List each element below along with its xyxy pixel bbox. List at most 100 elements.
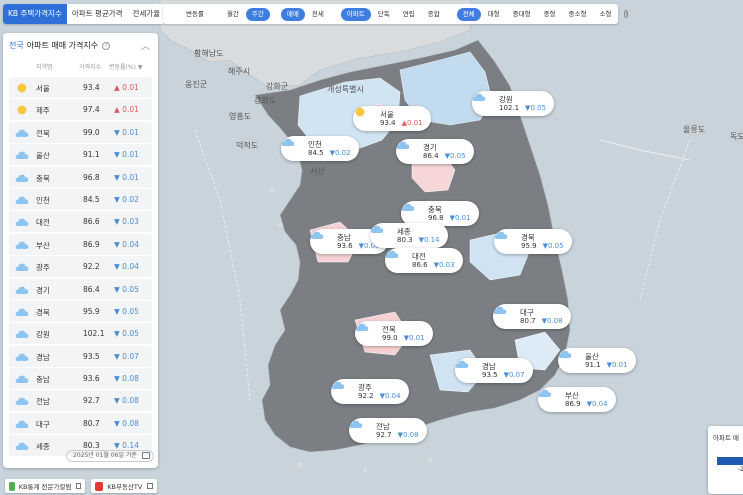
map-marker-daegu[interactable]: 대구 80.7 ▼0.08 bbox=[493, 304, 571, 329]
marker-text: 강원 102.1 ▼0.05 bbox=[499, 95, 546, 113]
chevron-up-icon[interactable]: ︿ bbox=[141, 39, 150, 52]
row-region-name: 부산 bbox=[36, 240, 50, 250]
change-rate-label[interactable]: 변동률 bbox=[180, 8, 210, 21]
row-change-number: 0.14 bbox=[122, 441, 139, 451]
map-marker-incheon[interactable]: 인천 84.5 ▼0.02 bbox=[281, 136, 359, 161]
filter-size-small[interactable]: 소형 bbox=[594, 8, 618, 21]
filter-jeonse[interactable]: 전세 bbox=[306, 8, 330, 21]
row-change-number: 0.05 bbox=[122, 284, 139, 294]
map-marker-jeonnam[interactable]: 전남 92.7 ▼0.08 bbox=[349, 418, 427, 443]
marker-text: 전남 92.7 ▼0.08 bbox=[376, 422, 419, 440]
filter-composite[interactable]: 종합 bbox=[422, 8, 446, 21]
row-index-value: 80.3 bbox=[83, 441, 100, 451]
region-row[interactable]: 인천 84.5 ▼ 0.02 bbox=[9, 188, 152, 210]
filter-size-large[interactable]: 대형 bbox=[482, 8, 506, 21]
map-marker-ulsan[interactable]: 울산 91.1 ▼0.01 bbox=[558, 348, 636, 373]
kb-column-link[interactable]: KB통계 전문가칼럼 bbox=[5, 479, 85, 493]
cloud-icon bbox=[493, 306, 515, 323]
region-row[interactable]: 제주 97.4 ▲ 0.01 bbox=[9, 99, 152, 121]
col-index[interactable]: 가격지수 bbox=[79, 62, 101, 71]
region-row[interactable]: 울산 91.1 ▼ 0.01 bbox=[9, 144, 152, 166]
row-index-value: 93.4 bbox=[83, 83, 100, 92]
filter-monthly[interactable]: 월간 bbox=[221, 8, 245, 21]
down-triangle-icon: ▼ bbox=[114, 374, 120, 384]
marker-change-number: 0.01 bbox=[406, 118, 423, 127]
help-icon[interactable]: ? bbox=[102, 41, 111, 50]
region-row[interactable]: 대전 86.6 ▼ 0.03 bbox=[9, 211, 152, 233]
filter-weekly[interactable]: 주간 bbox=[245, 7, 270, 21]
marker-text: 광주 92.2 ▼0.04 bbox=[358, 383, 401, 401]
down-triangle-icon: ▼ bbox=[114, 172, 120, 182]
map-marker-gyeongbuk[interactable]: 경북 95.9 ▼0.05 bbox=[494, 229, 572, 254]
marker-change-number: 0.03 bbox=[438, 260, 455, 269]
filter-size-all[interactable]: 전체 bbox=[456, 7, 481, 21]
map-legend[interactable]: 아파트 매 -2 bbox=[708, 426, 743, 494]
tab-apt-avg-price[interactable]: 아파트 평균가격 bbox=[67, 4, 128, 24]
marker-index-value: 86.6 bbox=[412, 260, 428, 269]
marker-index-value: 86.4 bbox=[423, 151, 439, 160]
marker-change-number: 0.02 bbox=[334, 148, 351, 157]
map-marker-seoul[interactable]: 서울 93.4 ▲0.01 bbox=[353, 106, 431, 131]
marker-text: 울산 91.1 ▼0.01 bbox=[585, 352, 628, 370]
filter-sale[interactable]: 매매 bbox=[280, 7, 305, 21]
marker-region-name: 경기 bbox=[423, 142, 437, 152]
calendar-icon[interactable] bbox=[141, 452, 150, 459]
marker-change: ▼0.04 bbox=[380, 392, 401, 400]
marker-region-name: 강원 bbox=[499, 94, 513, 104]
marker-text: 경남 93.5 ▼0.07 bbox=[482, 362, 525, 380]
panel-region[interactable]: 전국 bbox=[9, 40, 24, 51]
info-icon[interactable]: i bbox=[624, 10, 629, 18]
date-selector[interactable]: 2025년 01월 06일 기준 bbox=[66, 450, 154, 462]
map-marker-jeonbuk[interactable]: 전북 99.0 ▼0.01 bbox=[355, 321, 433, 346]
marker-values: 95.9 ▼0.05 bbox=[521, 242, 564, 251]
marker-values: 86.9 ▼0.04 bbox=[565, 400, 608, 409]
kb-tv-link[interactable]: KB부동산TV bbox=[91, 479, 157, 493]
marker-change-number: 0.05 bbox=[530, 103, 547, 112]
cloud-icon bbox=[15, 194, 29, 205]
map-marker-gyeongnam[interactable]: 경남 93.5 ▼0.07 bbox=[455, 358, 533, 383]
marker-change-number: 0.04 bbox=[591, 399, 608, 408]
row-change-number: 0.01 bbox=[122, 150, 139, 160]
region-row[interactable]: 경기 86.4 ▼ 0.05 bbox=[9, 278, 152, 300]
region-row[interactable]: 전북 99.0 ▼ 0.01 bbox=[9, 121, 152, 143]
region-row[interactable]: 경북 95.9 ▼ 0.05 bbox=[9, 300, 152, 322]
tab-kb-price-index[interactable]: KB 주택가격지수 bbox=[3, 4, 67, 24]
filter-size-mid[interactable]: 중형 bbox=[538, 8, 562, 21]
map-marker-daejeon[interactable]: 대전 86.6 ▼0.03 bbox=[385, 248, 463, 273]
row-index-value: 92.7 bbox=[83, 396, 100, 406]
region-row[interactable]: 부산 86.9 ▼ 0.04 bbox=[9, 233, 152, 255]
marker-index-value: 80.7 bbox=[520, 316, 536, 325]
region-row[interactable]: 대구 80.7 ▼ 0.08 bbox=[9, 412, 152, 434]
tab-jeonse-ratio[interactable]: 전세가율 bbox=[128, 4, 166, 24]
map-marker-gyeonggi[interactable]: 경기 86.4 ▼0.05 bbox=[396, 139, 474, 164]
marker-values: 86.6 ▼0.03 bbox=[412, 261, 455, 270]
col-change[interactable]: 변동률(%) ▼ bbox=[109, 62, 142, 71]
map-marker-busan[interactable]: 부산 86.9 ▼0.04 bbox=[538, 387, 616, 412]
filter-rowhouse[interactable]: 연립 bbox=[397, 8, 421, 21]
region-row[interactable]: 강원 102.1 ▼ 0.05 bbox=[9, 323, 152, 345]
region-row[interactable]: 전남 92.7 ▼ 0.08 bbox=[9, 390, 152, 412]
filter-detached[interactable]: 단독 bbox=[372, 8, 396, 21]
kb-column-label: KB통계 전문가칼럼 bbox=[18, 483, 72, 491]
region-row[interactable]: 서울 93.4 ▲ 0.01 bbox=[9, 77, 152, 98]
row-index-value: 102.1 bbox=[83, 329, 105, 339]
filter-size-mid-large[interactable]: 중대형 bbox=[507, 8, 537, 21]
row-region-name: 강원 bbox=[36, 330, 50, 340]
panel-title-text: 아파트 매매 가격지수 bbox=[26, 41, 99, 50]
region-row[interactable]: 충남 93.6 ▼ 0.08 bbox=[9, 368, 152, 390]
filter-size-mid-small[interactable]: 중소형 bbox=[563, 8, 593, 21]
region-row[interactable]: 경남 93.5 ▼ 0.07 bbox=[9, 345, 152, 367]
row-region-name: 전북 bbox=[36, 128, 50, 138]
region-list-panel: 전국 아파트 매매 가격지수 ? ︿ 지역명 가격지수 변동률(%) ▼ 서울 9… bbox=[3, 33, 158, 468]
marker-change-number: 0.04 bbox=[384, 391, 401, 400]
map-marker-gangwon[interactable]: 강원 102.1 ▼0.05 bbox=[472, 91, 555, 116]
sun-icon bbox=[15, 104, 29, 115]
region-row[interactable]: 광주 92.2 ▼ 0.04 bbox=[9, 256, 152, 278]
filter-apartment[interactable]: 아파트 bbox=[340, 7, 371, 21]
row-index-value: 86.4 bbox=[83, 284, 100, 294]
down-triangle-icon: ▼ bbox=[114, 194, 120, 204]
marker-values: 93.5 ▼0.07 bbox=[482, 371, 525, 380]
region-row[interactable]: 충북 96.8 ▼ 0.01 bbox=[9, 166, 152, 188]
map-marker-sejong[interactable]: 세종 80.3 ▼0.14 bbox=[370, 223, 448, 248]
map-marker-gwangju[interactable]: 광주 92.2 ▼0.04 bbox=[331, 379, 409, 404]
